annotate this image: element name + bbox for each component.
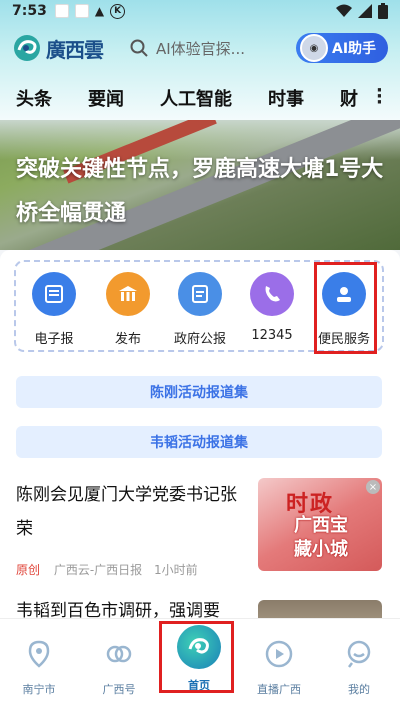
- document-icon: [178, 272, 222, 316]
- tab-current-affairs[interactable]: 时事: [268, 85, 304, 111]
- quick-link-epaper[interactable]: 电子报: [22, 272, 86, 347]
- original-tag: 原创: [16, 563, 41, 577]
- location-icon: [28, 640, 50, 668]
- nav-tabs: 头条 要闻 人工智能 时事 财 · · ·: [0, 78, 400, 118]
- thumb-text: 广西宝藏小城: [294, 515, 348, 560]
- k-icon: K: [110, 3, 126, 19]
- search-icon: [130, 39, 148, 57]
- news-thumbnail[interactable]: 时政 广西宝藏小城 ×: [258, 478, 382, 571]
- search-bar[interactable]: AI体验官探...: [130, 32, 280, 64]
- tab-finance[interactable]: 财: [340, 85, 358, 111]
- link-icon: [106, 645, 132, 663]
- newspaper-icon: [32, 272, 76, 316]
- quick-link-publish[interactable]: 发布: [96, 272, 160, 347]
- a-icon: ▲: [94, 4, 105, 18]
- quick-link-12345[interactable]: 12345: [240, 272, 304, 343]
- banner-wei-tao[interactable]: 韦韬活动报道集: [16, 426, 382, 458]
- search-placeholder: AI体验官探...: [156, 39, 245, 58]
- battery-icon: [378, 3, 388, 19]
- logo-text: 廣西雲: [46, 37, 104, 62]
- highlight-box: [314, 262, 377, 354]
- play-icon: [265, 640, 293, 668]
- notification-icon: [74, 4, 89, 18]
- nav-profile[interactable]: 我的: [324, 619, 394, 697]
- tab-news[interactable]: 要闻: [88, 85, 124, 111]
- nav-label: 直播广西: [257, 683, 301, 696]
- app-bar: 廣西雲 AI体验官探... ◉ AI助手: [0, 28, 400, 68]
- nav-live[interactable]: 直播广西: [244, 619, 314, 697]
- bottom-nav: 南宁市 广西号 首页 直播广西 我的: [0, 618, 400, 708]
- quick-link-gov-bulletin[interactable]: 政府公报: [168, 272, 232, 347]
- tab-headlines[interactable]: 头条: [16, 85, 52, 111]
- status-time: 7:53: [12, 3, 47, 19]
- nav-label: 广西号: [102, 683, 136, 696]
- quick-link-label: 电子报: [34, 332, 74, 347]
- notification-icon: [54, 4, 69, 18]
- signal-icon: [358, 4, 372, 18]
- highlight-box: [159, 621, 234, 693]
- status-right: [336, 3, 388, 19]
- ai-button-label: AI助手: [332, 41, 377, 57]
- nav-nanning[interactable]: 南宁市: [4, 619, 74, 697]
- quick-link-label: 政府公报: [173, 332, 226, 347]
- robot-avatar-icon: ◉: [300, 34, 328, 62]
- phone-icon: [250, 272, 294, 316]
- app-logo[interactable]: 廣西雲: [12, 33, 122, 63]
- news-meta: 原创 广西云-广西日报 1小时前: [16, 561, 198, 578]
- news-time: 1小时前: [154, 563, 198, 577]
- building-icon: [106, 272, 150, 316]
- news-source: 广西云-广西日报: [53, 563, 143, 577]
- tab-ai[interactable]: 人工智能: [160, 85, 232, 111]
- quick-link-label: 12345: [251, 328, 293, 343]
- status-bar: 7:53 ▲ K: [0, 0, 400, 22]
- more-vertical-icon[interactable]: · · ·: [376, 82, 383, 112]
- cloud-logo-icon: [14, 35, 40, 61]
- banner-chen-gang[interactable]: 陈刚活动报道集: [16, 376, 382, 408]
- close-icon[interactable]: ×: [366, 480, 380, 494]
- nav-label: 南宁市: [22, 683, 56, 696]
- profile-icon: [347, 640, 371, 668]
- news-title[interactable]: 陈刚会见厦门大学党委书记张荣: [16, 478, 246, 546]
- hero-title: 突破关键性节点，罗鹿高速大塘1号大桥全幅贯通: [16, 157, 384, 226]
- nav-label: 我的: [348, 683, 370, 696]
- wifi-icon: [336, 4, 352, 17]
- quick-link-label: 发布: [114, 332, 141, 347]
- ai-assistant-button[interactable]: ◉ AI助手: [296, 33, 388, 63]
- nav-guangxi-hao[interactable]: 广西号: [84, 619, 154, 697]
- hero-banner[interactable]: 突破关键性节点，罗鹿高速大塘1号大桥全幅贯通: [0, 120, 400, 250]
